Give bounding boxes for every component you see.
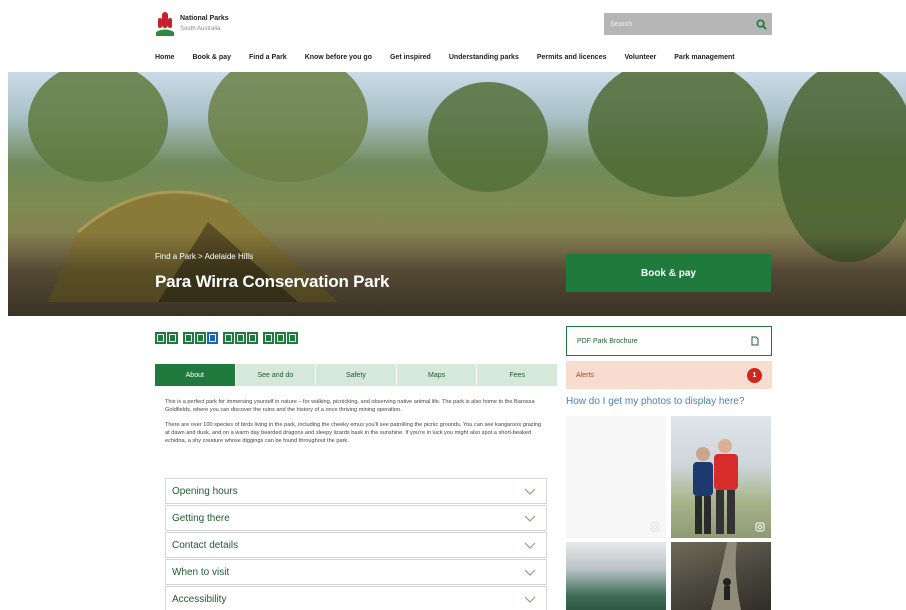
park-tabs: About See and do Safety Maps Fees — [155, 364, 557, 386]
chevron-down-icon — [524, 488, 536, 495]
chevron-down-icon — [524, 515, 536, 522]
trail-illustration — [711, 542, 741, 610]
chevron-down-icon — [524, 542, 536, 549]
instagram-icon — [650, 522, 660, 532]
alerts-label: Alerts — [576, 371, 594, 379]
accordion-contact-details[interactable]: Contact details — [165, 532, 547, 558]
tab-about[interactable]: About — [155, 364, 235, 386]
accordion-label: Accessibility — [172, 593, 227, 605]
accordion-label: Contact details — [172, 539, 239, 551]
visitor-photo[interactable] — [566, 542, 666, 610]
accordion-label: Opening hours — [172, 485, 238, 497]
chevron-down-icon — [524, 596, 536, 603]
hero-tree — [428, 82, 548, 192]
about-paragraph: This is a perfect park for immersing you… — [165, 399, 535, 413]
nav-item-home[interactable]: Home — [155, 54, 174, 61]
bbq-icon[interactable] — [167, 332, 178, 344]
nav-item-find-a-park[interactable]: Find a Park — [249, 54, 287, 61]
alerts-bar[interactable]: Alerts 1 — [566, 361, 772, 389]
picnic-table-icon[interactable] — [155, 332, 166, 344]
logo-emblem-icon — [155, 10, 175, 38]
about-paragraph: There are over 100 species of birds livi… — [165, 422, 542, 444]
visitor-photo[interactable] — [671, 542, 771, 610]
hiking-icon[interactable] — [247, 332, 258, 344]
document-icon — [751, 336, 759, 346]
nav-item-permits-licences[interactable]: Permits and licences — [537, 54, 607, 61]
search-button[interactable] — [750, 13, 772, 35]
instagram-icon — [755, 522, 765, 532]
book-pay-button[interactable]: Book & pay — [566, 254, 771, 292]
about-content: This is a perfect park for immersing you… — [165, 398, 547, 452]
facility-icons — [155, 332, 299, 344]
accessible-icon[interactable] — [207, 332, 218, 344]
breadcrumb-find-a-park[interactable]: Find a Park — [155, 252, 196, 261]
nav-item-understanding-parks[interactable]: Understanding parks — [449, 54, 519, 61]
page-title: Para Wirra Conservation Park — [155, 272, 390, 291]
playground-icon[interactable] — [287, 332, 298, 344]
nav-item-volunteer[interactable]: Volunteer — [625, 54, 657, 61]
info-accordion: Opening hours Getting there Contact deta… — [165, 478, 547, 610]
pdf-brochure-label: PDF Park Brochure — [577, 337, 638, 345]
accordion-opening-hours[interactable]: Opening hours — [165, 478, 547, 504]
search-input[interactable] — [604, 13, 744, 35]
pdf-brochure-button[interactable]: PDF Park Brochure — [566, 326, 772, 356]
cycling-icon[interactable] — [235, 332, 246, 344]
photos-help-link[interactable]: How do I get my photos to display here? — [566, 396, 744, 407]
walking-icon[interactable] — [223, 332, 234, 344]
breadcrumb-separator: > — [198, 252, 203, 261]
nav-item-get-inspired[interactable]: Get inspired — [390, 54, 431, 61]
hero-banner: Find a Park > Adelaide Hills Para Wirra … — [8, 72, 906, 316]
logo-subtitle: South Australia — [180, 26, 221, 32]
accordion-label: Getting there — [172, 512, 230, 524]
nav-item-book-pay[interactable]: Book & pay — [192, 54, 231, 61]
nav-item-know-before-you-go[interactable]: Know before you go — [305, 54, 372, 61]
accordion-accessibility[interactable]: Accessibility — [165, 586, 547, 610]
hero-tree — [588, 72, 768, 197]
camping-icon[interactable] — [195, 332, 206, 344]
breadcrumb: Find a Park > Adelaide Hills — [155, 252, 253, 261]
visitor-photo[interactable] — [566, 416, 666, 538]
site-logo[interactable]: National Parks South Australia — [155, 10, 229, 38]
runners-illustration — [693, 439, 738, 534]
tab-fees[interactable]: Fees — [477, 364, 557, 386]
main-nav: Home Book & pay Find a Park Know before … — [155, 54, 753, 61]
tab-safety[interactable]: Safety — [316, 364, 396, 386]
visitor-photo[interactable] — [671, 416, 771, 538]
tab-see-and-do[interactable]: See and do — [235, 364, 316, 386]
dog-icon[interactable] — [263, 332, 274, 344]
tab-maps[interactable]: Maps — [396, 364, 477, 386]
alerts-count-badge: 1 — [747, 367, 762, 383]
chevron-down-icon — [524, 569, 536, 576]
search-bar — [604, 13, 772, 35]
accordion-when-to-visit[interactable]: When to visit — [165, 559, 547, 585]
logo-title: National Parks — [180, 15, 229, 22]
information-icon[interactable] — [275, 332, 286, 344]
accordion-label: When to visit — [172, 566, 230, 578]
nav-item-park-management[interactable]: Park management — [674, 54, 734, 61]
hero-gradient — [8, 232, 906, 316]
accordion-getting-there[interactable]: Getting there — [165, 505, 547, 531]
search-icon — [755, 18, 767, 30]
breadcrumb-adelaide-hills[interactable]: Adelaide Hills — [205, 252, 253, 261]
toilets-icon[interactable] — [183, 332, 194, 344]
